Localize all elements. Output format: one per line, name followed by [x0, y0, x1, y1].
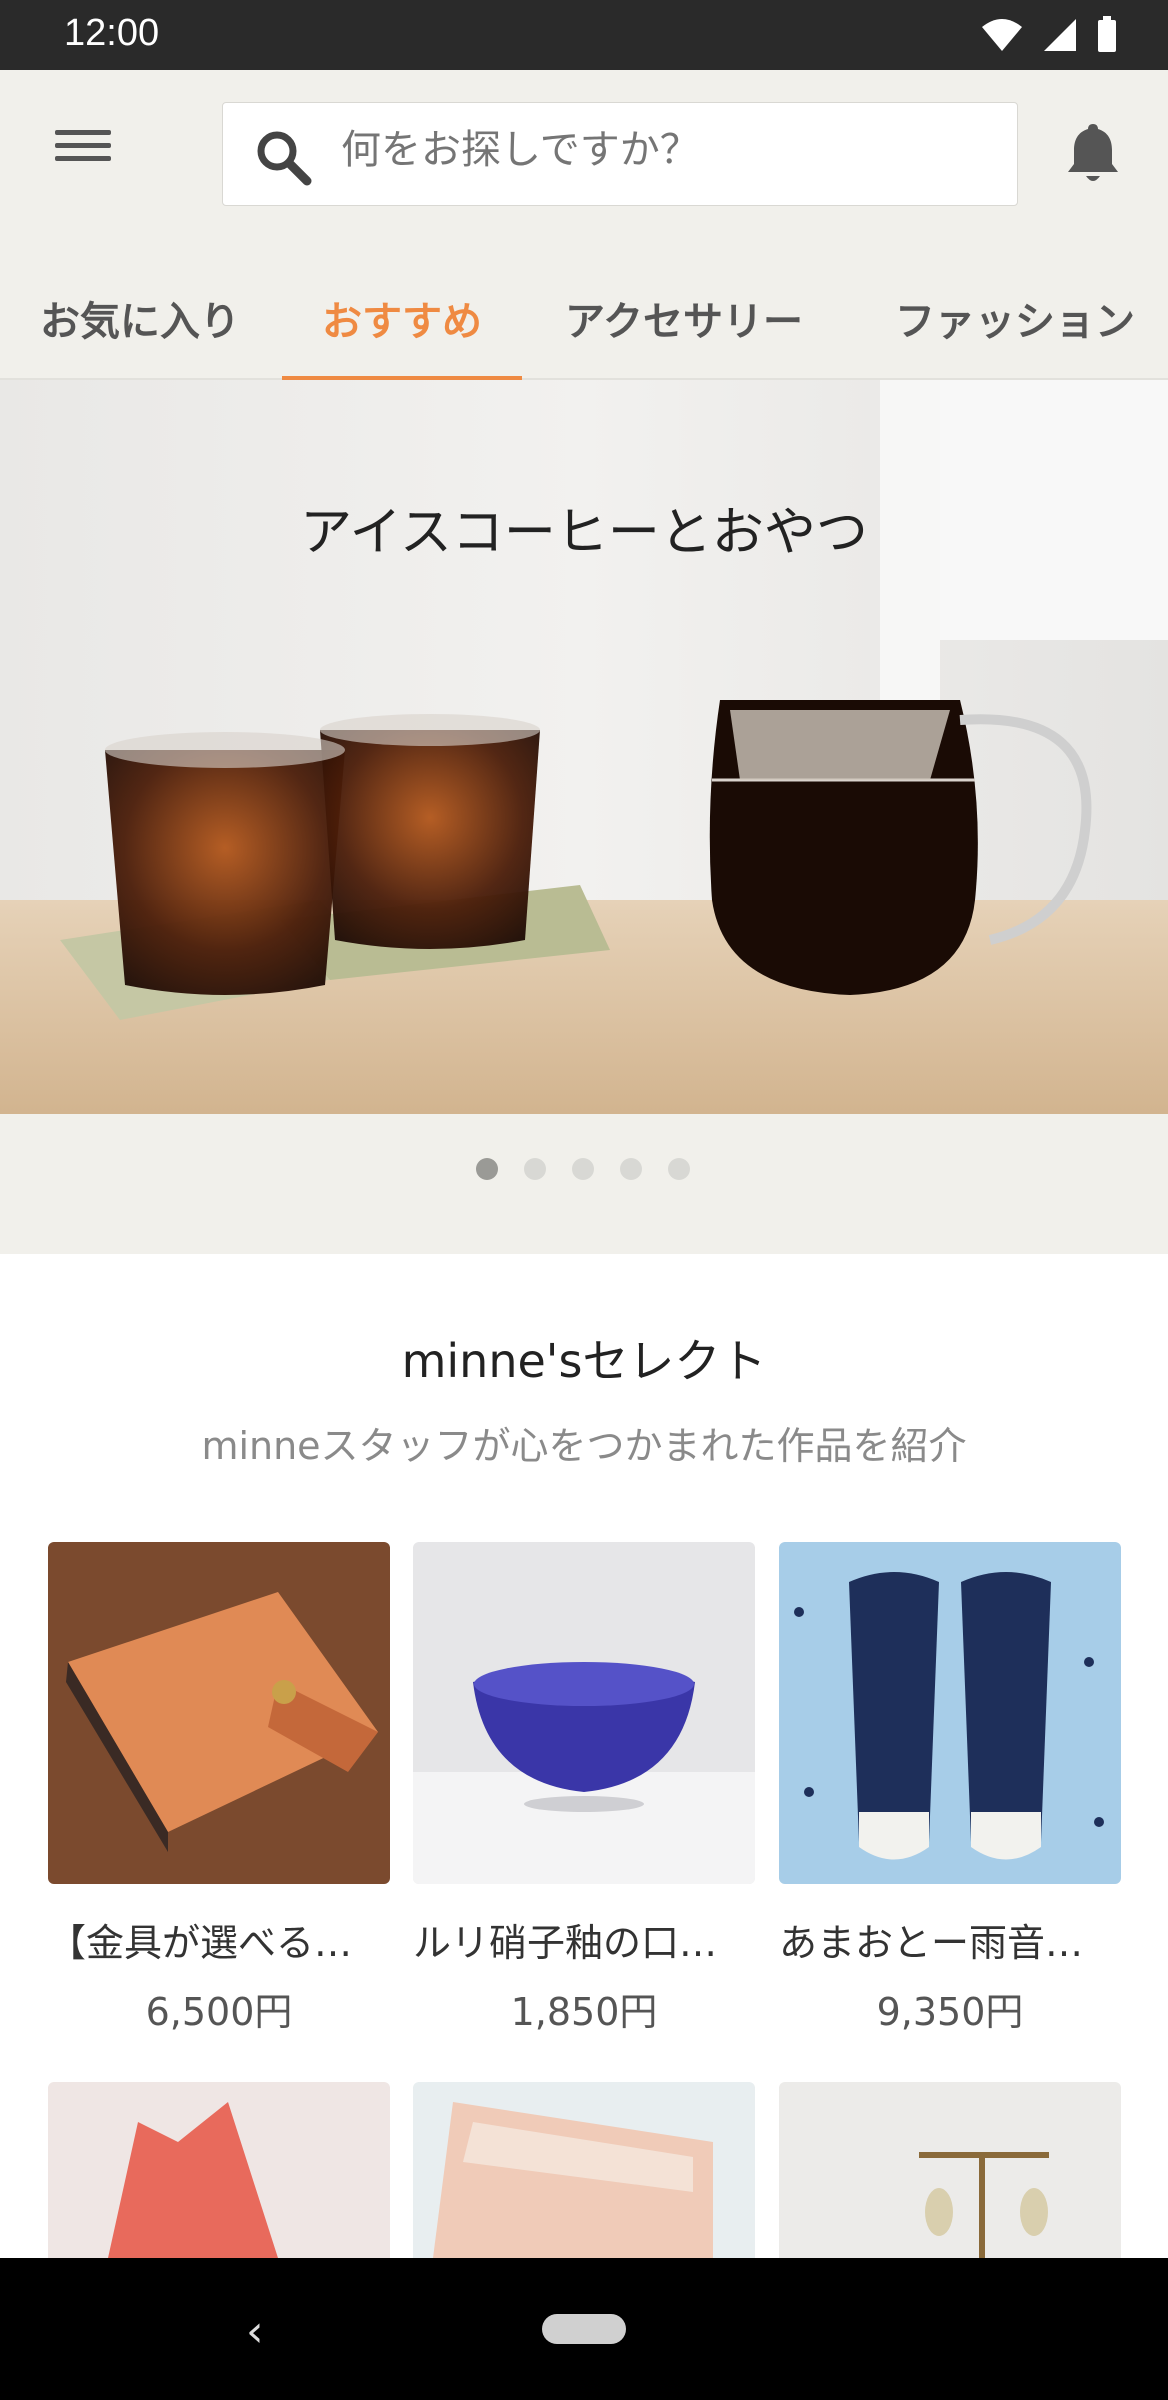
section-title: minne'sセレクト [401, 1334, 767, 1388]
product-image [413, 2082, 755, 2258]
product-card-partial[interactable] [48, 2082, 390, 2258]
hero-banner[interactable]: アイスコーヒーとおやつ [0, 380, 1168, 1114]
carousel-dot[interactable] [572, 1158, 594, 1180]
carousel-dot[interactable] [668, 1158, 690, 1180]
product-price: 6,500円 [145, 1990, 293, 2034]
product-image [48, 2082, 390, 2258]
tab-accessories[interactable]: アクセサリー [548, 270, 820, 380]
tab-favorites[interactable]: お気に入り [20, 270, 260, 380]
system-nav-bar: ‹ [0, 2258, 1168, 2400]
search-icon [257, 131, 312, 186]
product-image [779, 2082, 1121, 2258]
product-card[interactable]: ルリ硝子釉の口… 1,850円 [413, 1542, 755, 2036]
app-header: お気に入り おすすめ アクセサリー ファッション [0, 70, 1168, 382]
tab-fashion[interactable]: ファッション [870, 270, 1160, 380]
carousel-dot[interactable] [524, 1158, 546, 1180]
tab-recommended[interactable]: おすすめ [282, 270, 522, 382]
product-card[interactable]: あまおとー雨音… 9,350円 [779, 1542, 1121, 2036]
category-tabs: お気に入り おすすめ アクセサリー ファッション [0, 270, 1168, 382]
product-name: ルリ硝子釉の口… [413, 1921, 718, 1965]
product-image [413, 1542, 755, 1884]
menu-icon[interactable] [50, 122, 116, 172]
section-subtitle: minneスタッフが心をつかまれた作品を紹介 [201, 1424, 967, 1468]
product-name: 【金具が選べる… [48, 1921, 353, 1965]
carousel-dot[interactable] [476, 1158, 498, 1180]
product-name: あまおとー雨音… [779, 1921, 1084, 1965]
product-image [48, 1542, 390, 1884]
notification-bell-icon[interactable] [1058, 118, 1128, 188]
product-price: 9,350円 [876, 1990, 1024, 2034]
status-bar: 12:00 [0, 0, 1168, 70]
search-input[interactable] [341, 127, 981, 173]
product-card[interactable]: 【金具が選べる… 6,500円 [48, 1542, 390, 2036]
product-image [779, 1542, 1121, 1884]
wifi-icon [982, 19, 1022, 51]
product-card-partial[interactable] [779, 2082, 1121, 2258]
home-handle[interactable] [542, 2314, 626, 2344]
carousel-dot[interactable] [620, 1158, 642, 1180]
signal-icon [1044, 19, 1076, 51]
battery-icon [1098, 16, 1116, 52]
product-price: 1,850円 [510, 1990, 658, 2034]
hero-title: アイスコーヒーとおやつ [300, 503, 868, 563]
carousel-indicator [0, 1114, 1168, 1254]
search-bar[interactable] [222, 102, 1018, 206]
status-time: 12:00 [64, 12, 160, 54]
back-icon[interactable]: ‹ [246, 2306, 264, 2357]
product-card-partial[interactable] [413, 2082, 755, 2258]
status-icons [980, 16, 1118, 54]
